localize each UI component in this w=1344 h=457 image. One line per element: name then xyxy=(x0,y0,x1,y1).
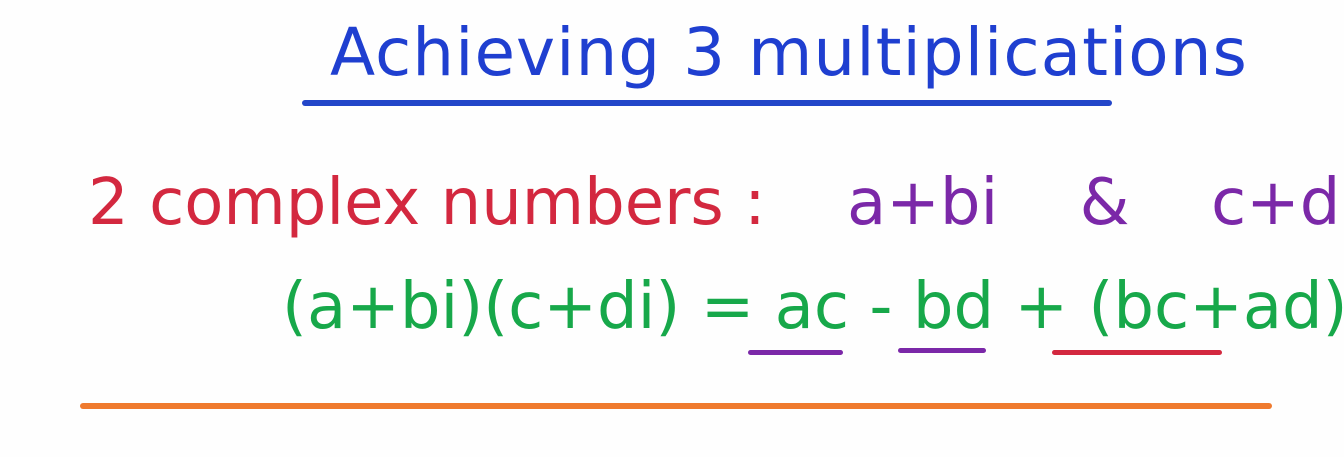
whiteboard: Achieving 3 multiplications 2 complex nu… xyxy=(0,0,1344,457)
bottom-rule xyxy=(80,403,1272,409)
title-underline xyxy=(302,100,1112,106)
ampersand: & xyxy=(1079,166,1130,240)
slide-title: Achieving 3 multiplications xyxy=(330,14,1248,91)
second-complex-number: c+di xyxy=(1210,166,1344,240)
underline-imaginary-part xyxy=(1052,350,1222,355)
underline-bd xyxy=(898,348,986,353)
complex-numbers-label: 2 complex numbers : xyxy=(88,166,766,240)
product-equation: (a+bi)(c+di) = ac - bd + (bc+ad) i xyxy=(282,270,1344,344)
underline-ac xyxy=(748,350,843,355)
first-complex-number: a+bi xyxy=(847,166,999,240)
complex-numbers-line: 2 complex numbers : a+bi & c+di xyxy=(88,158,1344,248)
